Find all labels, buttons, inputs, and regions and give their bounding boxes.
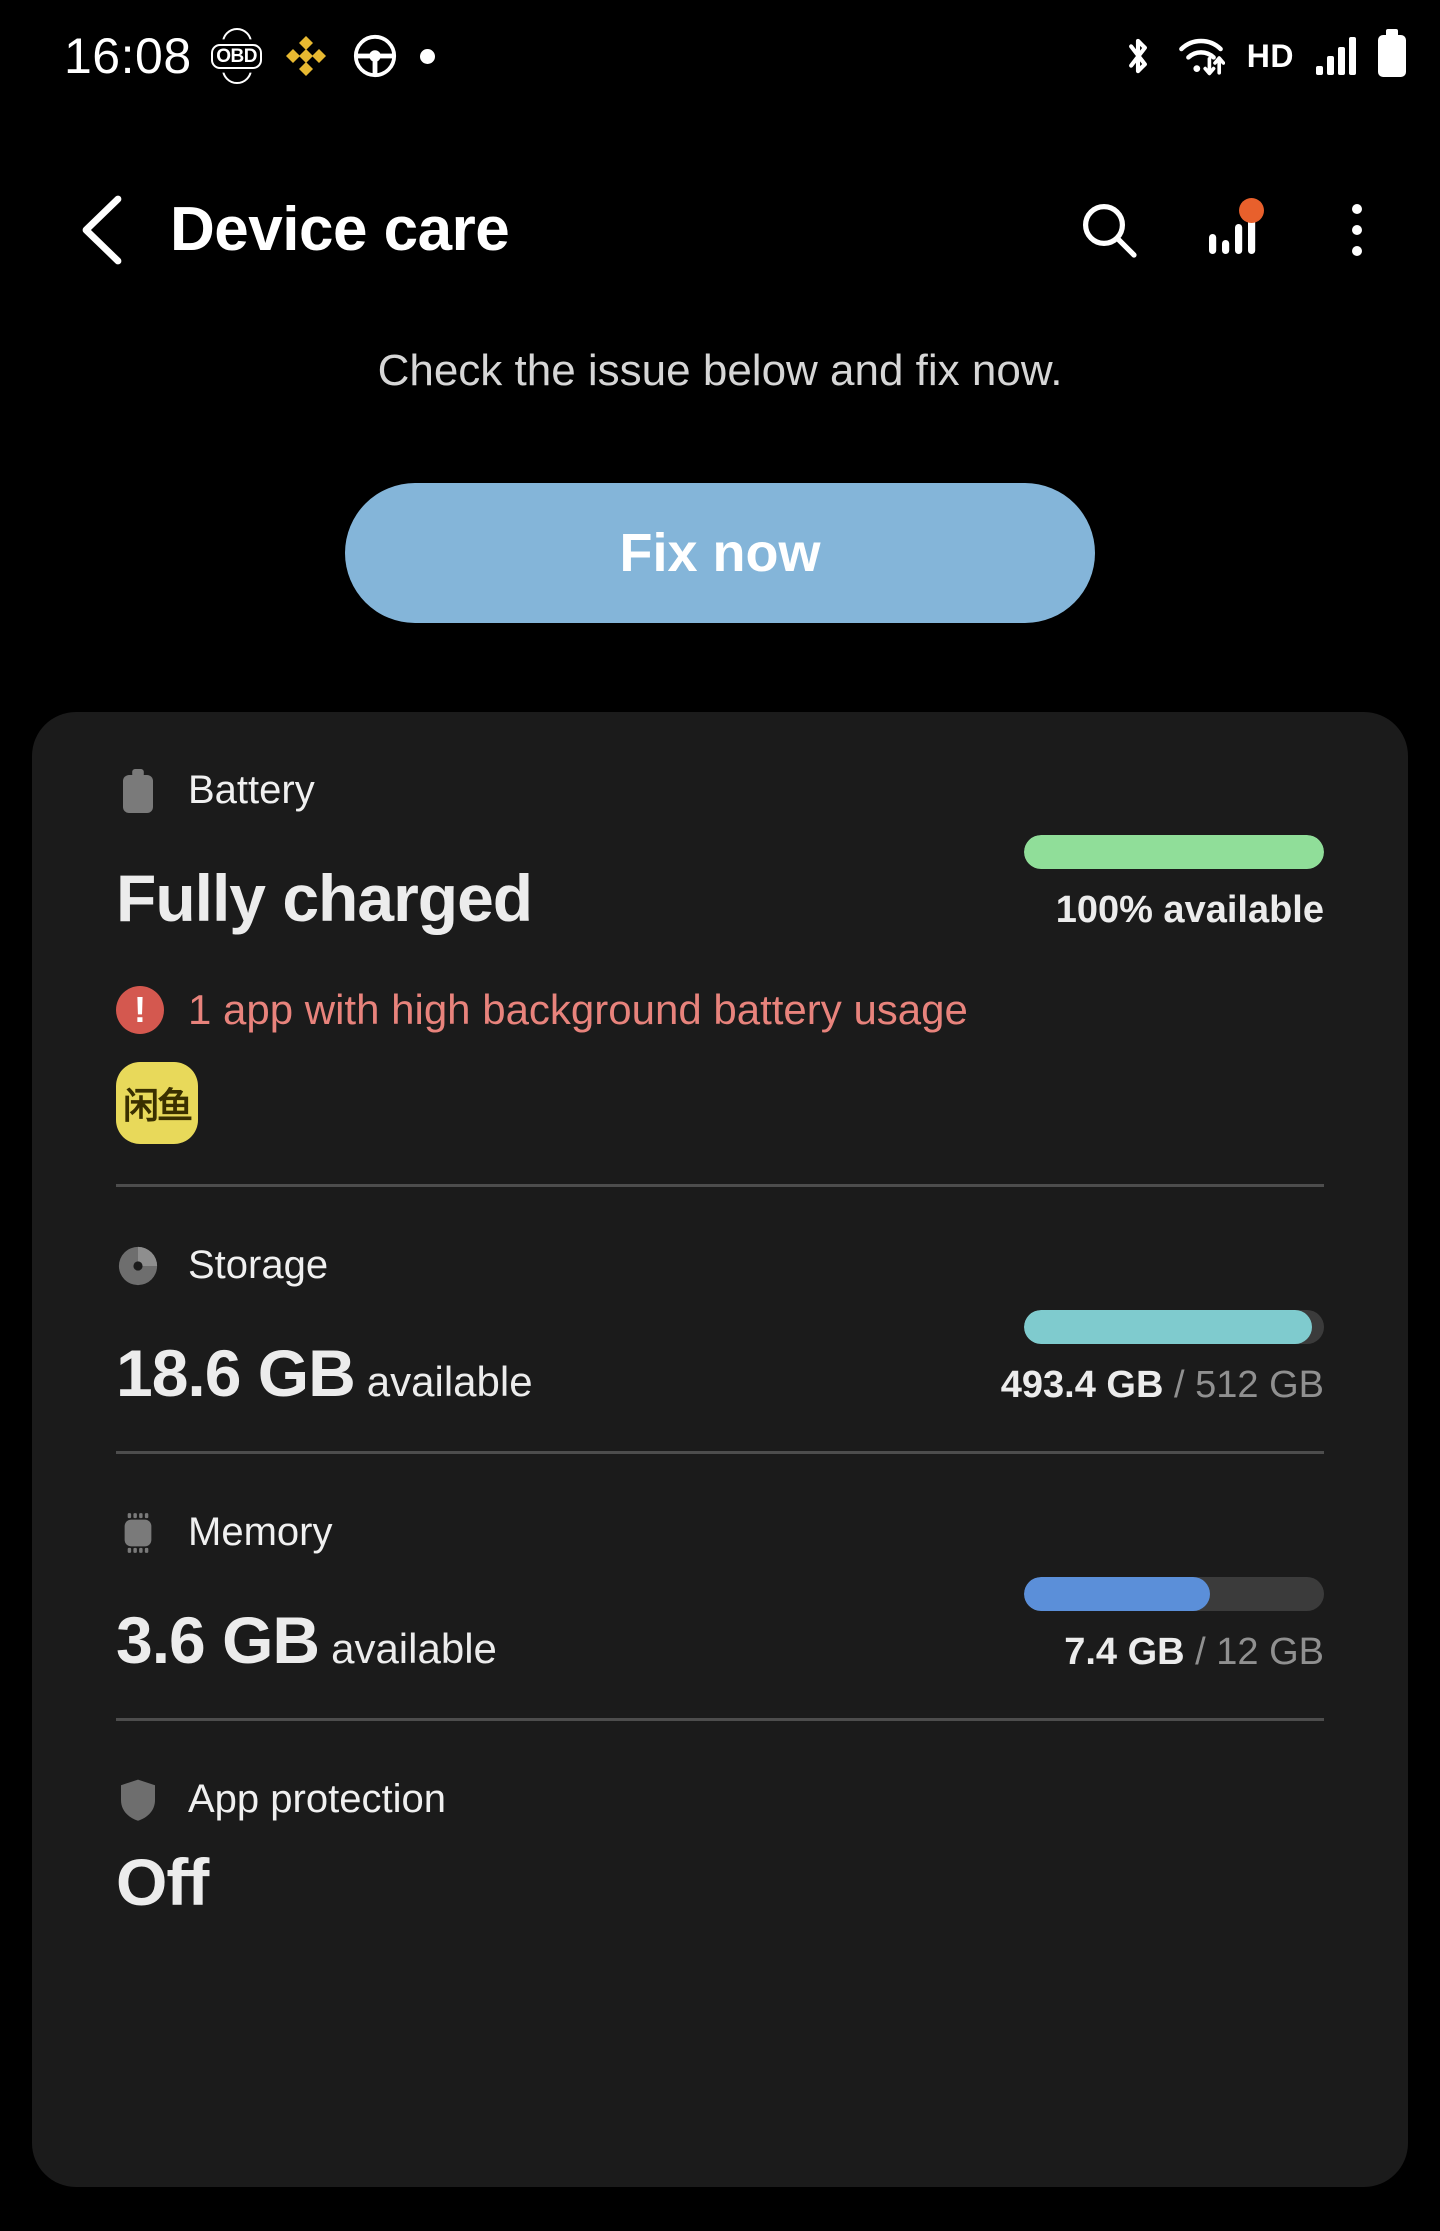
battery-status: Fully charged: [116, 861, 533, 935]
battery-warning-row[interactable]: ! 1 app with high background battery usa…: [116, 986, 1324, 1034]
memory-section[interactable]: Memory 3.6 GB available 7.4 GB / 12 GB: [116, 1454, 1324, 1718]
device-care-screen: 16:08 OBD HD Check the issue below and f…: [0, 0, 1440, 2231]
app-protection-section[interactable]: App protection Off: [116, 1721, 1324, 1960]
storage-body: 18.6 GB available 493.4 GB / 512 GB: [116, 1310, 1324, 1411]
high-usage-app-icon[interactable]: 闲鱼: [116, 1062, 198, 1144]
battery-status-icon: [1378, 35, 1406, 77]
diagnostics-button[interactable]: [1190, 187, 1276, 273]
wifi-icon: [1178, 38, 1225, 76]
memory-value: 3.6 GB available: [116, 1602, 497, 1678]
battery-bar-fill: [1024, 835, 1324, 869]
binance-icon: [285, 36, 326, 76]
memory-header: Memory: [116, 1510, 1324, 1555]
status-bar-right: HD: [1121, 34, 1406, 78]
storage-used: 493.4 GB: [1000, 1364, 1164, 1406]
memory-body: 3.6 GB available 7.4 GB / 12 GB: [116, 1577, 1324, 1678]
dot-icon: [419, 48, 435, 64]
storage-separator: /: [1163, 1364, 1196, 1406]
shield-icon: [116, 1778, 160, 1822]
hd-indicator: HD: [1246, 37, 1294, 74]
app-bar: Device care: [0, 112, 1440, 347]
scroll-hint-text: Check the issue below and fix now.: [377, 346, 1063, 395]
memory-suffix: available: [331, 1625, 497, 1672]
battery-warning-text: 1 app with high background battery usage: [188, 986, 968, 1033]
memory-chip-icon: [116, 1511, 160, 1555]
page-title: Device care: [170, 195, 510, 264]
memory-meter: 7.4 GB / 12 GB: [1024, 1577, 1324, 1678]
battery-available-text: 100% available: [1055, 889, 1324, 931]
app-protection-status: Off: [116, 1845, 209, 1919]
storage-meter: 493.4 GB / 512 GB: [1001, 1310, 1324, 1411]
memory-separator: /: [1184, 1631, 1217, 1673]
notification-badge: [1239, 197, 1264, 223]
battery-header: Battery: [116, 768, 1324, 813]
app-protection-header: App protection: [116, 1777, 1324, 1822]
memory-label: Memory: [188, 1510, 333, 1554]
bluetooth-icon: [1128, 38, 1147, 74]
memory-bar-fill: [1024, 1577, 1210, 1611]
app-bar-actions: [1066, 187, 1400, 273]
signal-icon: [1316, 37, 1356, 75]
battery-body: Fully charged 100% available: [116, 835, 1324, 936]
memory-used: 7.4 GB: [1064, 1631, 1185, 1673]
exclamation-circle-icon: !: [116, 986, 164, 1034]
app-protection-label: App protection: [188, 1777, 446, 1821]
status-bar-left: 16:08 OBD: [64, 27, 435, 85]
more-options-button[interactable]: [1314, 187, 1400, 273]
storage-total: 512 GB: [1195, 1364, 1324, 1406]
battery-bar-track: [1024, 835, 1324, 869]
search-icon: [1083, 203, 1137, 258]
memory-amount: 3.6 GB: [116, 1603, 320, 1677]
back-button[interactable]: [60, 187, 146, 273]
more-options-icon: [1352, 203, 1362, 256]
status-bar: 16:08 OBD HD: [0, 0, 1440, 112]
storage-bar-fill: [1024, 1310, 1312, 1344]
storage-suffix: available: [366, 1358, 533, 1405]
storage-section[interactable]: Storage 18.6 GB available 493.4 GB / 512…: [116, 1187, 1324, 1451]
back-chevron-icon: [82, 195, 122, 264]
status-bar-clock: 16:08: [64, 28, 192, 84]
battery-icon: [116, 768, 160, 813]
search-button[interactable]: [1066, 187, 1152, 273]
memory-total: 12 GB: [1216, 1631, 1324, 1673]
memory-usage-text: 7.4 GB / 12 GB: [1064, 1631, 1324, 1674]
app-protection-body: Off: [116, 1844, 1324, 1920]
device-status-card: Battery Fully charged 100% available ! 1…: [32, 712, 1408, 2187]
storage-bar-track: [1024, 1310, 1324, 1344]
storage-label: Storage: [188, 1243, 329, 1287]
battery-meter: 100% available: [1024, 835, 1324, 936]
fix-now-button[interactable]: Fix now: [345, 483, 1095, 623]
storage-amount: 18.6 GB: [116, 1336, 356, 1410]
storage-header: Storage: [116, 1243, 1324, 1288]
storage-value: 18.6 GB available: [116, 1335, 533, 1411]
memory-bar-track: [1024, 1577, 1324, 1611]
storage-usage-text: 493.4 GB / 512 GB: [1001, 1364, 1324, 1407]
obd-icon: OBD: [211, 28, 262, 84]
battery-section[interactable]: Battery Fully charged 100% available ! 1…: [116, 712, 1324, 1184]
pie-chart-icon: [116, 1244, 160, 1288]
battery-label: Battery: [188, 768, 315, 812]
steering-wheel-icon: [353, 34, 396, 78]
